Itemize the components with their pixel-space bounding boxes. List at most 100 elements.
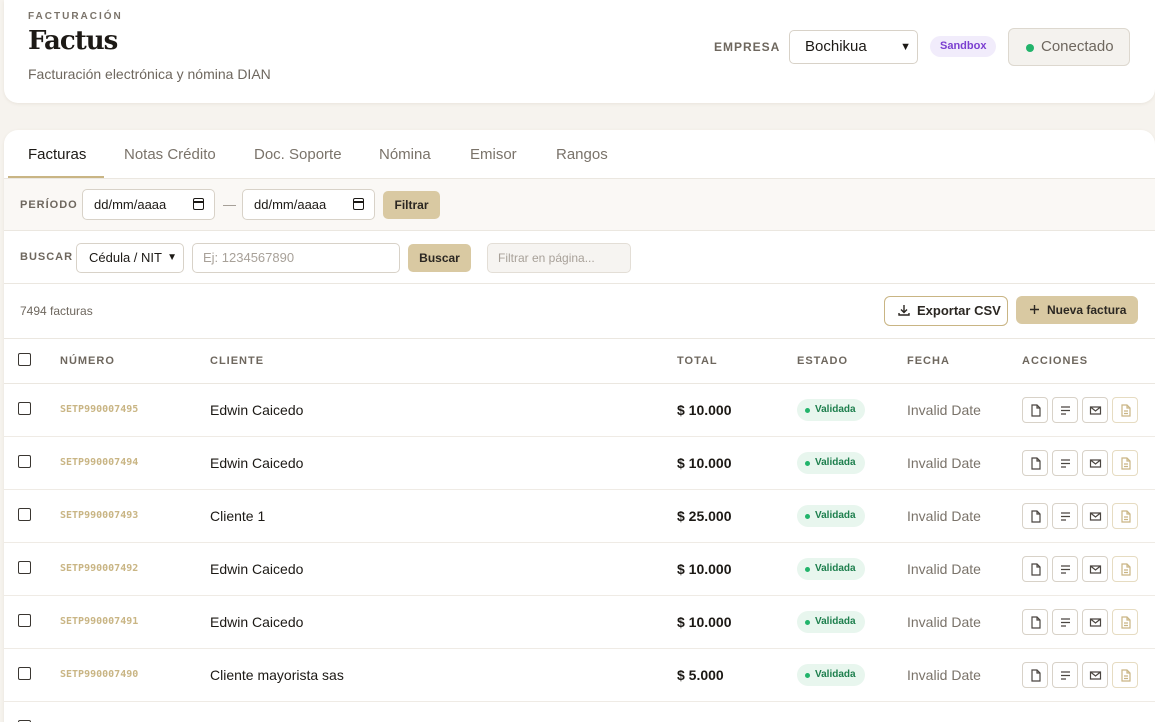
empresa-select-value: Bochikua <box>805 38 867 55</box>
table-row[interactable]: SETP990007494 Edwin Caicedo $ 10.000 Valida… <box>4 437 1155 490</box>
tab-notas-credito[interactable]: Notas Crédito <box>124 146 216 163</box>
pdf-action-button[interactable] <box>1022 556 1048 582</box>
invoice-number-link[interactable]: SETP990007491 <box>60 616 138 627</box>
xml-document-action-button[interactable] <box>1112 662 1138 688</box>
email-action-button[interactable] <box>1082 503 1108 529</box>
invoice-number-link[interactable]: SETP990007490 <box>60 669 138 680</box>
xml-document-action-button[interactable] <box>1112 450 1138 476</box>
invoice-count: 7494 facturas <box>20 304 93 318</box>
calendar-icon[interactable] <box>353 198 364 210</box>
status-dot-icon <box>805 567 810 572</box>
row-checkbox[interactable] <box>18 455 31 468</box>
date-range-separator: — <box>223 197 236 212</box>
xml-document-icon <box>1121 404 1131 417</box>
table-row[interactable]: SETP990007491 Edwin Caicedo $ 10.000 Valida… <box>4 596 1155 649</box>
new-invoice-button[interactable]: Nueva factura <box>1016 296 1138 324</box>
pdf-icon <box>1031 563 1041 576</box>
search-button[interactable]: Buscar <box>408 244 471 272</box>
email-action-button[interactable] <box>1082 609 1108 635</box>
email-action-button[interactable] <box>1082 662 1108 688</box>
invoice-number-link[interactable]: SETP990007495 <box>60 404 138 415</box>
column-header-numero[interactable]: NÚMERO <box>60 355 115 367</box>
search-bar: BUSCAR Cédula / NIT ▼ Ej: 1234567890 Bus… <box>4 231 1155 284</box>
table-row-partial <box>4 702 1155 722</box>
status-badge: Validada <box>797 399 865 421</box>
connection-status[interactable]: Conectado <box>1008 28 1130 66</box>
client-name: Edwin Caicedo <box>210 455 304 471</box>
pdf-action-button[interactable] <box>1022 450 1048 476</box>
client-name: Edwin Caicedo <box>210 402 304 418</box>
xml-document-action-button[interactable] <box>1112 556 1138 582</box>
date-to-placeholder: dd/mm/aaaa <box>254 197 327 212</box>
invoice-total: $ 10.000 <box>677 402 732 418</box>
xml-document-action-button[interactable] <box>1112 397 1138 423</box>
search-type-select[interactable]: Cédula / NIT ▼ <box>76 243 184 273</box>
status-label: Validada <box>815 669 856 680</box>
email-icon <box>1089 671 1102 680</box>
pdf-action-button[interactable] <box>1022 397 1048 423</box>
search-type-value: Cédula / NIT <box>89 250 162 265</box>
column-header-estado[interactable]: ESTADO <box>797 355 848 367</box>
invoice-number-link[interactable]: SETP990007492 <box>60 563 138 574</box>
calendar-icon[interactable] <box>193 198 204 210</box>
invoice-total: $ 10.000 <box>677 455 732 471</box>
detail-lines-action-button[interactable] <box>1052 450 1078 476</box>
detail-lines-action-button[interactable] <box>1052 503 1078 529</box>
column-header-fecha[interactable]: FECHA <box>907 355 950 367</box>
detail-lines-action-button[interactable] <box>1052 609 1078 635</box>
tab-doc-soporte[interactable]: Doc. Soporte <box>254 146 342 163</box>
page-filter-input[interactable]: Filtrar en página... <box>487 243 631 273</box>
email-action-button[interactable] <box>1082 397 1108 423</box>
row-checkbox[interactable] <box>18 614 31 627</box>
buscar-label: BUSCAR <box>20 251 74 263</box>
row-checkbox[interactable] <box>18 508 31 521</box>
column-header-cliente[interactable]: CLIENTE <box>210 355 264 367</box>
row-checkbox[interactable] <box>18 561 31 574</box>
pdf-icon <box>1031 616 1041 629</box>
client-name: Cliente mayorista sas <box>210 667 344 683</box>
status-badge: Validada <box>797 505 865 527</box>
date-from-input[interactable]: dd/mm/aaaa <box>82 189 215 220</box>
row-checkbox[interactable] <box>18 667 31 680</box>
status-badge: Validada <box>797 664 865 686</box>
invoice-number-link[interactable]: SETP990007494 <box>60 457 138 468</box>
detail-lines-action-button[interactable] <box>1052 556 1078 582</box>
section-eyebrow: FACTURACIÓN <box>28 11 123 22</box>
table-row[interactable]: SETP990007493 Cliente 1 $ 25.000 Validada In… <box>4 490 1155 543</box>
filter-button[interactable]: Filtrar <box>383 191 440 219</box>
tab-rangos[interactable]: Rangos <box>556 146 608 163</box>
column-header-total[interactable]: TOTAL <box>677 355 718 367</box>
table-row[interactable]: SETP990007495 Edwin Caicedo $ 10.000 Valida… <box>4 384 1155 437</box>
email-action-button[interactable] <box>1082 556 1108 582</box>
main-card: Facturas Notas Crédito Doc. Soporte Nómi… <box>4 130 1155 722</box>
export-csv-button[interactable]: Exportar CSV <box>884 296 1008 326</box>
column-header-acciones: ACCIONES <box>1022 355 1089 367</box>
search-input[interactable]: Ej: 1234567890 <box>192 243 400 273</box>
table-row[interactable]: SETP990007490 Cliente mayorista sas $ 5.00… <box>4 649 1155 702</box>
chevron-down-icon: ▼ <box>900 41 911 53</box>
tab-emisor[interactable]: Emisor <box>470 146 517 163</box>
pdf-action-button[interactable] <box>1022 609 1048 635</box>
email-icon <box>1089 565 1102 574</box>
pdf-action-button[interactable] <box>1022 662 1048 688</box>
pdf-icon <box>1031 457 1041 470</box>
chevron-down-icon: ▼ <box>167 252 177 263</box>
detail-lines-action-button[interactable] <box>1052 662 1078 688</box>
detail-lines-icon <box>1061 406 1070 415</box>
empresa-select[interactable]: Bochikua ▼ <box>789 30 918 64</box>
detail-lines-action-button[interactable] <box>1052 397 1078 423</box>
client-name: Edwin Caicedo <box>210 614 304 630</box>
tab-facturas[interactable]: Facturas <box>28 146 86 163</box>
empresa-label: EMPRESA <box>714 40 781 54</box>
date-to-input[interactable]: dd/mm/aaaa <box>242 189 375 220</box>
table-row[interactable]: SETP990007492 Edwin Caicedo $ 10.000 Valida… <box>4 543 1155 596</box>
xml-document-action-button[interactable] <box>1112 503 1138 529</box>
invoice-number-link[interactable]: SETP990007493 <box>60 510 138 521</box>
tab-nomina[interactable]: Nómina <box>379 146 431 163</box>
xml-document-action-button[interactable] <box>1112 609 1138 635</box>
pdf-action-button[interactable] <box>1022 503 1048 529</box>
email-icon <box>1089 618 1102 627</box>
select-all-checkbox[interactable] <box>18 353 31 366</box>
row-checkbox[interactable] <box>18 402 31 415</box>
email-action-button[interactable] <box>1082 450 1108 476</box>
